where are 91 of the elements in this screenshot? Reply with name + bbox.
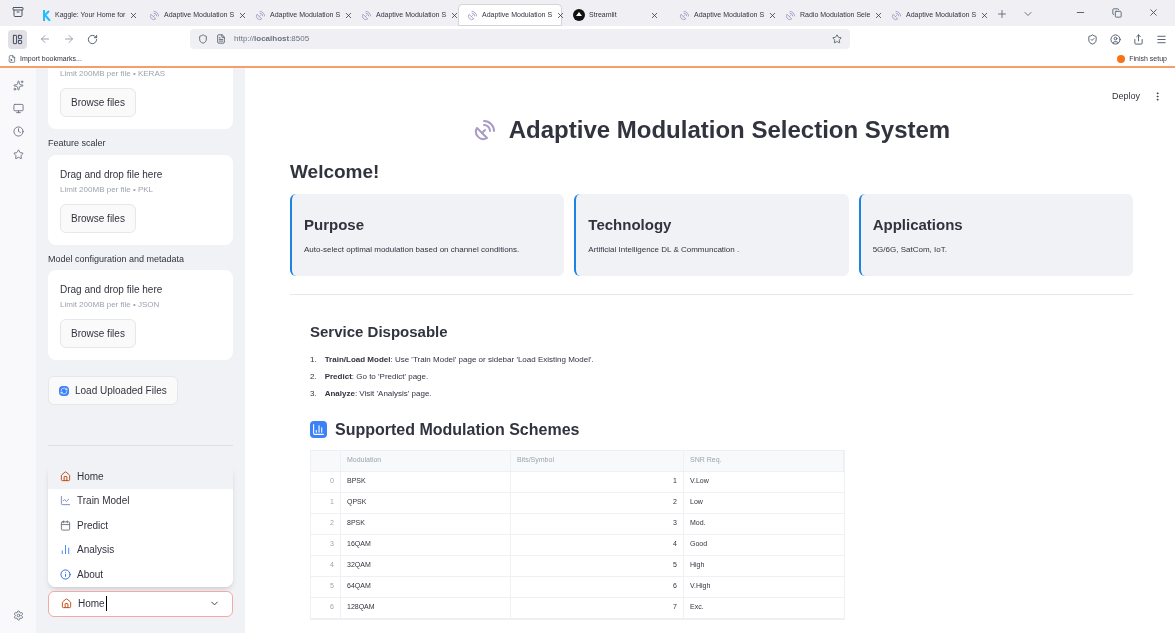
shield-icon bbox=[198, 34, 208, 44]
close-icon[interactable] bbox=[238, 10, 248, 20]
load-files-button[interactable]: Load Uploaded Files bbox=[48, 376, 178, 405]
house-icon bbox=[61, 598, 72, 609]
info-icon bbox=[60, 568, 71, 580]
refresh-icon bbox=[59, 385, 69, 396]
browser-logo-icon bbox=[1117, 55, 1126, 63]
card-text: Artificial Intelligence DL & Communcation . bbox=[588, 244, 741, 257]
list-text: Analyze: Visit 'Analysis' page. bbox=[324, 387, 432, 400]
close-icon[interactable] bbox=[874, 10, 884, 20]
synced-tabs-icon[interactable] bbox=[12, 103, 24, 114]
satellite-dish-icon bbox=[149, 9, 160, 21]
satellite-dish-icon bbox=[255, 9, 266, 21]
section-heading: Service Disposable bbox=[310, 322, 449, 342]
card-text: 5G/6G, SatCom, IoT. bbox=[872, 244, 948, 257]
close-icon[interactable] bbox=[344, 10, 354, 20]
menu-item[interactable]: Train Model bbox=[48, 488, 233, 513]
sidebar-icon bbox=[12, 33, 23, 45]
list-number: 2. bbox=[310, 370, 317, 383]
satellite-dish-icon bbox=[467, 9, 478, 21]
card-title: Technology bbox=[588, 214, 673, 235]
deploy-button[interactable]: Deploy bbox=[1112, 90, 1140, 104]
streamlit-icon bbox=[573, 9, 585, 21]
reload-icon[interactable] bbox=[87, 33, 98, 45]
satellite-dish-icon bbox=[679, 9, 690, 21]
uploader-label: Feature scaler bbox=[48, 137, 107, 150]
menu-item-label: Train Model bbox=[77, 494, 130, 509]
list-text: Train/Load Model: Use 'Train Model' page or sidebar 'Load Existing Model'. bbox=[324, 353, 594, 366]
close-icon[interactable] bbox=[450, 10, 460, 20]
menu-item-label: About bbox=[77, 567, 104, 582]
close-icon[interactable] bbox=[1148, 7, 1159, 18]
file-limit: Limit 200MB per file • JSON bbox=[60, 299, 160, 311]
file-limit: Limit 200MB per file • KERAS bbox=[60, 68, 166, 80]
menu-item[interactable]: Analysis bbox=[48, 537, 233, 562]
kaggle-icon bbox=[43, 9, 51, 21]
select-value: Home bbox=[78, 596, 107, 611]
menu-item[interactable]: About bbox=[48, 562, 233, 587]
menu-item[interactable]: Home bbox=[48, 464, 233, 489]
section-heading: Supported Modulation Schemes bbox=[335, 419, 580, 440]
bar-chart-icon bbox=[310, 421, 327, 438]
close-icon[interactable] bbox=[650, 10, 659, 20]
menu-icon[interactable] bbox=[1156, 33, 1167, 45]
list-text: Predict: Go to 'Predict' page. bbox=[324, 370, 429, 383]
file-dropzone[interactable]: Drag and drop file here Limit 200MB per file • JSON Browse files bbox=[48, 270, 233, 360]
satellite-dish-icon bbox=[785, 9, 796, 21]
menu-item-label: Predict bbox=[77, 518, 109, 533]
history-icon[interactable] bbox=[12, 126, 24, 137]
calendar-icon bbox=[60, 519, 71, 531]
page-title: Adaptive Modulation Selection System bbox=[508, 114, 951, 145]
account-icon[interactable] bbox=[1110, 33, 1121, 45]
star-icon[interactable] bbox=[12, 149, 24, 160]
browse-files-button[interactable]: Browse files bbox=[60, 88, 136, 117]
settings-icon[interactable] bbox=[12, 610, 24, 621]
star-icon[interactable] bbox=[832, 34, 842, 44]
address-bar[interactable]: http://localhost:8505 bbox=[190, 29, 850, 49]
close-icon[interactable] bbox=[768, 10, 778, 20]
satellite-dish-icon bbox=[891, 9, 902, 21]
import-icon bbox=[8, 55, 16, 63]
card-title: Applications bbox=[872, 214, 964, 235]
line-chart-icon bbox=[60, 495, 71, 507]
menu-item-label: Analysis bbox=[77, 543, 115, 558]
browse-files-button[interactable]: Browse files bbox=[60, 319, 136, 348]
sparkle-icon[interactable] bbox=[12, 80, 24, 91]
list-number: 3. bbox=[310, 387, 317, 400]
file-dropzone[interactable]: Drag and drop file here Limit 200MB per file • PKL Browse files bbox=[48, 154, 233, 245]
menu-item-label: Home bbox=[77, 469, 104, 484]
file-dropzone[interactable]: Limit 200MB per file • KERAS Browse files bbox=[48, 68, 233, 129]
satellite-dish-icon bbox=[361, 9, 372, 21]
tab-list-icon[interactable] bbox=[12, 6, 24, 18]
uploader-label: Model configuration and metadata bbox=[48, 252, 186, 266]
menu-item[interactable]: Predict bbox=[48, 513, 233, 538]
close-icon[interactable] bbox=[980, 10, 990, 20]
url-text: http://localhost:8505 bbox=[234, 33, 311, 45]
welcome-heading: Welcome! bbox=[290, 159, 381, 184]
house-icon bbox=[60, 470, 71, 482]
file-limit: Limit 200MB per file • PKL bbox=[60, 183, 154, 196]
page-icon bbox=[216, 34, 226, 44]
page-select[interactable]: Home bbox=[48, 590, 233, 617]
sidebar-toggle-button[interactable] bbox=[8, 29, 27, 49]
bar-chart-icon bbox=[60, 544, 71, 556]
card-title: Purpose bbox=[304, 214, 365, 235]
new-tab-icon[interactable] bbox=[996, 8, 1008, 20]
close-icon[interactable] bbox=[129, 10, 139, 20]
restore-icon[interactable] bbox=[1112, 8, 1122, 18]
list-number: 1. bbox=[310, 353, 317, 366]
dropzone-prompt: Drag and drop file here bbox=[60, 167, 163, 182]
close-icon[interactable] bbox=[556, 10, 566, 20]
browse-files-button[interactable]: Browse files bbox=[60, 203, 136, 233]
card-text: Auto-select optimal modulation based on channel conditions. bbox=[304, 244, 521, 257]
dropzone-prompt: Drag and drop file here bbox=[60, 283, 163, 297]
satellite-dish-icon bbox=[472, 117, 497, 142]
